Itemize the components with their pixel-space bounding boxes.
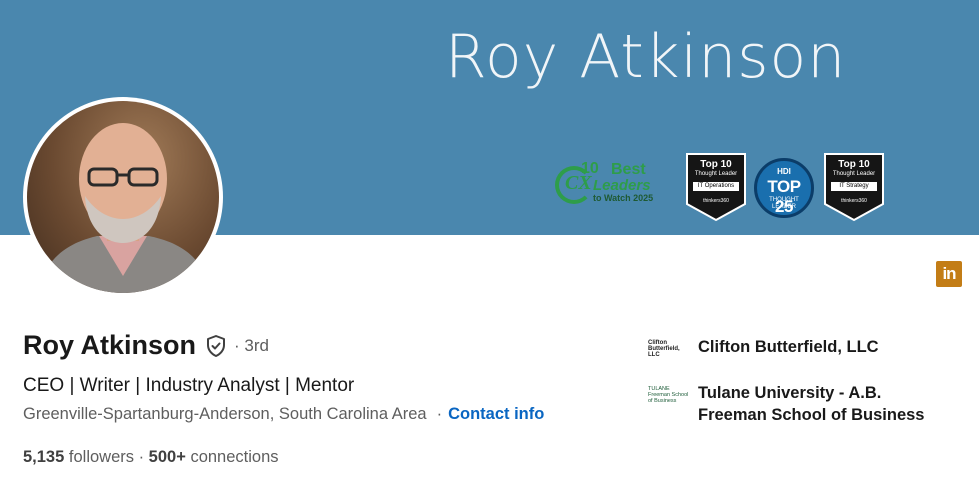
hdi-top25-badge: HDI TOP 25 THOUGHT LEADER bbox=[754, 158, 814, 218]
followers-label: followers bbox=[68, 448, 134, 466]
hdi-brand: HDI bbox=[777, 167, 791, 176]
connections-count[interactable]: 500+ bbox=[149, 448, 186, 466]
hdi-subtitle: THOUGHT LEADER bbox=[769, 197, 799, 210]
profile-headline: CEO | Writer | Industry Analyst | Mentor bbox=[23, 375, 355, 396]
profile-name: Roy Atkinson bbox=[23, 330, 197, 360]
itstrategy-badge-category: IT Strategy bbox=[831, 182, 877, 191]
itops-badge-category: IT Operations bbox=[693, 182, 739, 191]
itops-badge: Top 10 Thought Leader IT Operations thin… bbox=[685, 152, 747, 222]
person-photo-icon bbox=[37, 123, 212, 293]
school-logo: TULANE Freeman School of Business bbox=[648, 382, 692, 408]
company-logo: Clifton Butterfield, LLC bbox=[648, 336, 692, 362]
stats-separator: · bbox=[134, 448, 149, 466]
contact-info-link[interactable]: Contact info bbox=[448, 405, 544, 423]
profile-location: Greenville-Spartanburg-Anderson, South C… bbox=[23, 405, 427, 423]
connections-label[interactable]: connections bbox=[190, 448, 278, 466]
school-logo-text: TULANE Freeman School of Business bbox=[648, 386, 689, 404]
connection-degree: · 3rd bbox=[234, 335, 269, 355]
itstrategy-badge-subtitle: Thought Leader bbox=[832, 171, 876, 177]
itops-badge-footer: thinkers360 bbox=[703, 198, 729, 204]
itstrategy-badge-footer: thinkers360 bbox=[841, 198, 867, 204]
itstrategy-badge: Top 10 Thought Leader IT Strategy thinke… bbox=[823, 152, 885, 222]
itops-badge-title: Top 10 bbox=[700, 159, 732, 170]
location-row: Greenville-Spartanburg-Anderson, South C… bbox=[23, 405, 544, 424]
badge-cx-leaders: Leaders bbox=[593, 177, 651, 194]
badge-cx-subtitle: to Watch 2025 bbox=[593, 193, 654, 203]
banner-name-text: Roy Atkinson bbox=[445, 22, 847, 92]
company-logo-text: Clifton Butterfield, LLC bbox=[648, 340, 680, 358]
school-name: Tulane University - A.B. Freeman School … bbox=[698, 384, 925, 424]
profile-avatar[interactable] bbox=[23, 97, 223, 297]
location-separator: · bbox=[436, 405, 443, 423]
current-company[interactable]: Clifton Butterfield, LLC Clifton Butterf… bbox=[648, 336, 879, 362]
profile-photo bbox=[27, 101, 219, 293]
itstrategy-badge-title: Top 10 bbox=[838, 159, 870, 170]
followers-count: 5,135 bbox=[23, 448, 65, 466]
verified-shield-icon[interactable] bbox=[204, 334, 228, 358]
linkedin-icon[interactable]: in bbox=[936, 261, 962, 287]
itops-badge-subtitle: Thought Leader bbox=[694, 171, 738, 177]
education-school[interactable]: TULANE Freeman School of Business Tulane… bbox=[648, 382, 938, 426]
company-name: Clifton Butterfield, LLC bbox=[698, 338, 879, 356]
profile-name-row: Roy Atkinson · 3rd bbox=[23, 330, 269, 361]
network-stats: 5,135 followers · 500+ connections bbox=[23, 448, 279, 467]
cx-leaders-badge: CX 10 Best Leaders to Watch 2025 bbox=[555, 160, 665, 208]
badge-cx-number: 10 bbox=[581, 160, 599, 177]
